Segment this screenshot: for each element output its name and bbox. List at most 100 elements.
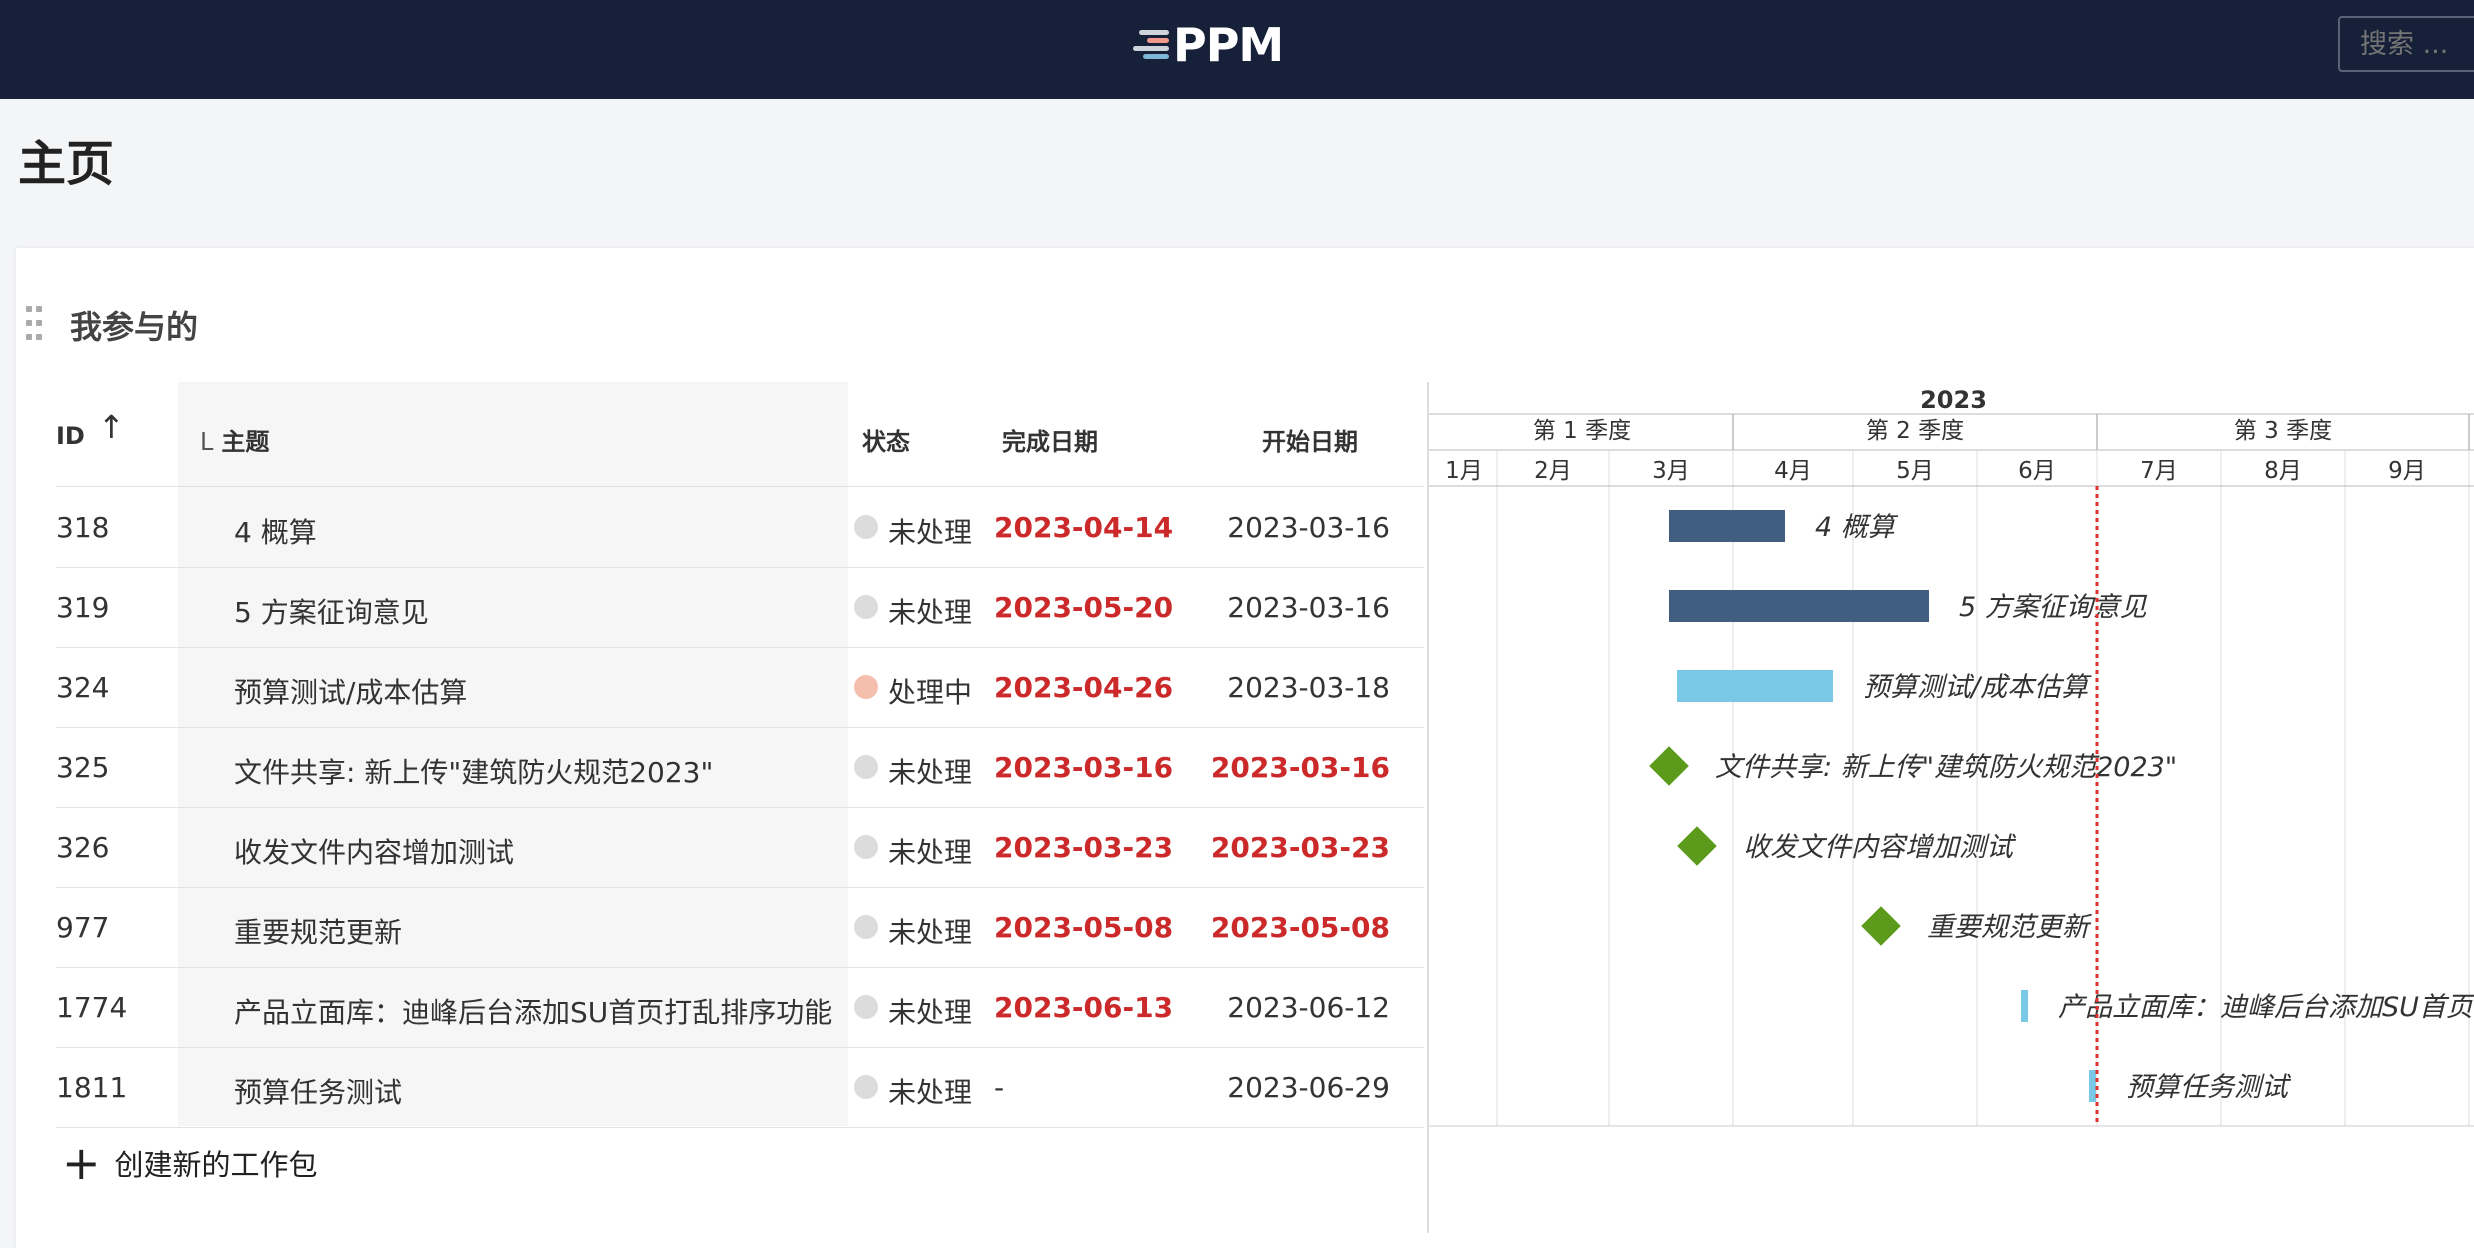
row-status[interactable]: 未处理 [888,751,972,791]
row-subject[interactable]: 收发文件内容增加测试 [234,831,514,871]
row-start-date[interactable]: 2023-03-23 [1211,831,1390,864]
search-input[interactable] [2338,16,2474,72]
row-status[interactable]: 未处理 [888,991,972,1031]
gantt-milestone[interactable] [1861,906,1901,946]
row-id[interactable]: 318 [56,511,109,544]
row-start-date[interactable]: 2023-03-18 [1227,671,1390,704]
row-status[interactable]: 未处理 [888,511,972,551]
row-due-date[interactable]: 2023-04-26 [994,671,1173,704]
ppm-logo[interactable]: PPM [1133,18,1284,72]
row-id[interactable]: 319 [56,591,109,624]
row-id[interactable]: 1774 [56,991,127,1024]
column-header-subject[interactable]: ᒪ 主题 [200,422,269,457]
row-status[interactable]: 未处理 [888,1071,972,1111]
gantt-month-label: 4月 [1774,458,1812,484]
row-id[interactable]: 1811 [56,1071,127,1104]
row-subject[interactable]: 文件共享: 新上传"建筑防火规范2023" [234,751,713,791]
table-row[interactable]: 1774 产品立面库：迪峰后台添加SU首页打乱排序功能 未处理 2023-06-13 2… [56,967,1424,1048]
status-dot-icon [854,915,878,939]
table-row[interactable]: 324 预算测试/成本估算 处理中 2023-04-26 2023-03-18 [56,647,1424,728]
hierarchy-icon[interactable]: ᒪ [200,428,213,456]
row-due-date[interactable]: 2023-06-13 [994,991,1173,1024]
gantt-bar[interactable] [1677,670,1833,702]
gantt-bar[interactable] [2089,1070,2096,1102]
gantt-year-label: 2023 [1920,386,1987,414]
gantt-item-label: 产品立面库：迪峰后台添加SU首页打乱排序功能 [2058,992,2474,1023]
gantt-item-label: 收发文件内容增加测试 [1743,832,2017,863]
row-due-date[interactable]: 2023-03-16 [994,751,1173,784]
gantt-bar[interactable] [1669,510,1785,542]
row-subject[interactable]: 4 概算 [234,511,317,551]
column-header-id[interactable]: ID ↑ [56,408,125,450]
status-dot-icon [854,515,878,539]
column-header-subject-label: 主题 [221,428,270,456]
gantt-month-label: 7月 [2140,458,2178,484]
row-due-date[interactable]: 2023-04-14 [994,511,1173,544]
gantt-item-label: 重要规范更新 [1927,912,2093,943]
table-row[interactable]: 326 收发文件内容增加测试 未处理 2023-03-23 2023-03-23 [56,807,1424,888]
row-start-date[interactable]: 2023-03-16 [1227,591,1390,624]
table-row[interactable]: 977 重要规范更新 未处理 2023-05-08 2023-05-08 [56,887,1424,968]
top-navigation-bar: PPM [0,0,2474,99]
gantt-month-label: 2月 [1534,458,1572,484]
column-header-status[interactable]: 状态 [862,422,910,457]
row-start-date[interactable]: 2023-06-12 [1227,991,1390,1024]
row-subject[interactable]: 预算测试/成本估算 [234,671,467,711]
gantt-milestone[interactable] [1677,826,1717,866]
row-due-date[interactable]: - [994,1071,1004,1104]
row-start-date[interactable]: 2023-03-16 [1227,511,1390,544]
row-subject[interactable]: 产品立面库：迪峰后台添加SU首页打乱排序功能 [234,991,832,1031]
column-header-start-label: 开始日期 [1262,428,1358,456]
gantt-item-label: 文件共享: 新上传"建筑防火规范2023" [1715,752,2177,783]
row-subject[interactable]: 5 方案征询意见 [234,591,429,631]
table-header: ID ↑ ᒪ 主题 状态 完成日期 开始日期 [56,382,1424,487]
column-header-due-date[interactable]: 完成日期 [1002,422,1098,457]
table-row[interactable]: 318 4 概算 未处理 2023-04-14 2023-03-16 [56,487,1424,568]
row-id[interactable]: 325 [56,751,109,784]
gantt-bar[interactable] [1669,590,1929,622]
gantt-quarter-label: 第 2 季度 [1866,418,1964,444]
gantt-month-label: 9月 [2388,458,2426,484]
column-header-id-label: ID [56,422,85,450]
row-id[interactable]: 977 [56,911,109,944]
drag-handle-icon[interactable] [26,306,46,342]
row-due-date[interactable]: 2023-03-23 [994,831,1173,864]
row-status[interactable]: 未处理 [888,911,972,951]
row-start-date[interactable]: 2023-03-16 [1211,751,1390,784]
row-start-date[interactable]: 2023-06-29 [1227,1071,1390,1104]
table-row[interactable]: 319 5 方案征询意见 未处理 2023-05-20 2023-03-16 [56,567,1424,648]
row-due-date[interactable]: 2023-05-20 [994,591,1173,624]
gantt-svg: 2023 第 1 季度 第 2 季度 第 3 季度 1月 2月 3月 4月 5月 6月 7月 8月 9月… [1429,382,2474,1127]
row-due-date[interactable]: 2023-05-08 [994,911,1173,944]
column-header-status-label: 状态 [862,428,910,456]
row-start-date[interactable]: 2023-05-08 [1211,911,1390,944]
status-dot-icon [854,1075,878,1099]
row-subject[interactable]: 重要规范更新 [234,911,402,951]
column-header-due-label: 完成日期 [1002,428,1098,456]
gantt-item-label: 预算测试/成本估算 [1863,672,2092,703]
table-row[interactable]: 1811 预算任务测试 未处理 - 2023-06-29 [56,1047,1424,1128]
gantt-bar[interactable] [2021,990,2028,1022]
create-work-package-button[interactable]: + 创建新的工作包 [62,1140,318,1186]
table-row[interactable]: 325 文件共享: 新上传"建筑防火规范2023" 未处理 2023-03-16 202… [56,727,1424,808]
gantt-month-label: 3月 [1652,458,1690,484]
gantt-milestone[interactable] [1649,746,1689,786]
logo-text: PPM [1173,18,1284,72]
status-dot-icon [854,835,878,859]
row-id[interactable]: 324 [56,671,109,704]
gantt-chart[interactable]: 2023 第 1 季度 第 2 季度 第 3 季度 1月 2月 3月 4月 5月 6月 7月 8月 9月… [1427,382,2474,1233]
gantt-month-label: 6月 [2018,458,2056,484]
row-subject[interactable]: 预算任务测试 [234,1071,402,1111]
sort-ascending-icon[interactable]: ↑ [98,408,125,446]
plus-icon: + [62,1136,101,1190]
gantt-item-label: 预算任务测试 [2126,1072,2292,1103]
row-status[interactable]: 处理中 [888,671,972,711]
gantt-quarter-label: 第 1 季度 [1533,418,1631,444]
row-status[interactable]: 未处理 [888,831,972,871]
gantt-item-label: 5 方案征询意见 [1959,592,2148,623]
column-header-start-date[interactable]: 开始日期 [1262,422,1358,457]
row-status[interactable]: 未处理 [888,591,972,631]
row-id[interactable]: 326 [56,831,109,864]
status-dot-icon [854,995,878,1019]
create-work-package-label: 创建新的工作包 [114,1148,318,1182]
